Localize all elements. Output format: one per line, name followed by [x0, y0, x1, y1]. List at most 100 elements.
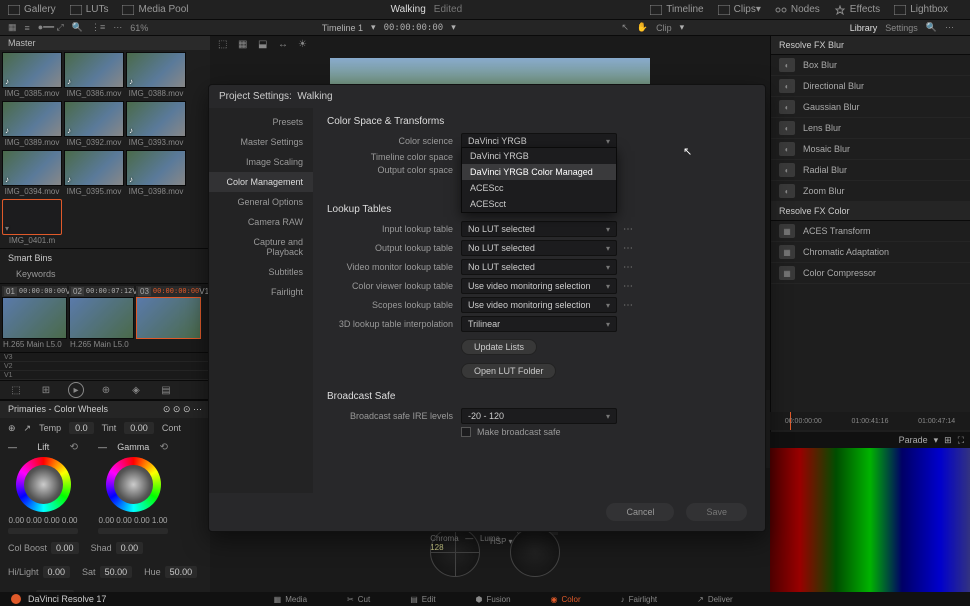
play-icon[interactable]: ▸	[68, 382, 84, 398]
app-home[interactable]: DaVinci Resolve 17	[10, 593, 106, 605]
search-icon-2[interactable]: 🔍	[926, 22, 937, 33]
lut-select[interactable]: Trilinear	[461, 316, 617, 332]
open-lut-button[interactable]: Open LUT Folder	[461, 363, 556, 379]
fx-item[interactable]: ◐Radial Blur	[771, 160, 970, 181]
nav-item[interactable]: General Options	[209, 192, 313, 212]
timeline-ruler[interactable]: 00:00:00:00 01:00:41:16 01:00:47:14	[770, 412, 970, 430]
color-wheel-gamma[interactable]: —Gamma⟲0.00 0.00 0.00 1.00	[98, 442, 168, 534]
broadcast-safe-checkbox[interactable]	[461, 427, 471, 437]
sort-icon[interactable]: ⋮≡	[91, 22, 105, 33]
page-deliver[interactable]: ↗Deliver	[697, 595, 733, 604]
page-edit[interactable]: ▤Edit	[410, 595, 435, 604]
timeline-tab[interactable]: Timeline	[650, 4, 703, 15]
library-tab[interactable]: Library	[850, 23, 878, 33]
page-media[interactable]: ▦Media	[274, 595, 307, 604]
highlight-icon[interactable]: ☀	[298, 39, 310, 51]
timeline-name[interactable]: Timeline 1	[322, 23, 363, 33]
fx-item[interactable]: ▦ACES Transform	[771, 221, 970, 242]
bypass-icon[interactable]: ⬚	[218, 39, 230, 51]
more-icon[interactable]: ⋯	[623, 300, 633, 311]
curves-icon[interactable]: ⬚	[8, 382, 24, 398]
picker-icon[interactable]: ↗	[24, 423, 32, 434]
more-icon[interactable]: ⋯	[623, 224, 633, 235]
zoom-slider[interactable]: ●━━ ⤢	[38, 22, 64, 33]
page-fairlight[interactable]: ♪Fairlight	[621, 595, 657, 604]
nav-item[interactable]: Fairlight	[209, 282, 313, 302]
lightbox-tab[interactable]: Lightbox	[894, 4, 948, 15]
scope-expand-icon[interactable]: ⛶	[958, 435, 964, 446]
adjust-hue[interactable]: Hue 50.00	[144, 566, 197, 578]
page-cut[interactable]: ✂Cut	[347, 595, 370, 604]
view-icon-2[interactable]: ≡	[25, 23, 30, 33]
media-thumb[interactable]: IMG_0392.mov	[64, 101, 124, 148]
add-icon[interactable]: ⊕	[98, 382, 114, 398]
save-button[interactable]: Save	[686, 503, 747, 521]
media-thumb[interactable]: IMG_0393.mov	[126, 101, 186, 148]
color-wheel-lift[interactable]: —Lift⟲0.00 0.00 0.00 0.00	[8, 442, 78, 534]
clips-tab[interactable]: Clips ▾	[718, 4, 761, 15]
fx-item[interactable]: ◐Mosaic Blur	[771, 139, 970, 160]
cancel-button[interactable]: Cancel	[606, 503, 674, 521]
lut-select[interactable]: No LUT selected	[461, 221, 617, 237]
nav-item[interactable]: Master Settings	[209, 132, 313, 152]
page-color[interactable]: ◉Color	[551, 595, 581, 604]
temp-value[interactable]: 0.0	[69, 422, 94, 434]
nav-item[interactable]: Image Scaling	[209, 152, 313, 172]
media-thumb[interactable]: IMG_0401.m	[2, 199, 62, 246]
clip-thumb[interactable]: 0200:00:07:12V1H.265 Main L5.0	[69, 286, 134, 350]
update-lists-button[interactable]: Update Lists	[461, 339, 537, 355]
fx-item[interactable]: ◐Gaussian Blur	[771, 97, 970, 118]
nav-item[interactable]: Capture and Playback	[209, 232, 313, 262]
keywords-bin[interactable]: Keywords	[8, 269, 202, 279]
auto-balance-icon[interactable]: ⊕	[8, 423, 16, 434]
page-fusion[interactable]: ⬢Fusion	[476, 595, 511, 604]
mediapool-tab[interactable]: Media Pool	[122, 4, 188, 15]
media-thumb[interactable]: IMG_0386.mov	[64, 52, 124, 99]
fx-item[interactable]: ◐Box Blur	[771, 55, 970, 76]
effects-tab[interactable]: Effects	[834, 4, 880, 15]
track-label[interactable]: V2	[0, 362, 210, 371]
search-icon[interactable]: 🔍	[72, 22, 83, 33]
gallery-tab[interactable]: Gallery	[8, 4, 56, 15]
adjust-sat[interactable]: Sat 50.00	[82, 566, 132, 578]
media-thumb[interactable]: IMG_0385.mov	[2, 52, 62, 99]
track-label[interactable]: V1	[0, 371, 210, 380]
zoom-value[interactable]: 61%	[130, 23, 148, 33]
tracker-icon[interactable]: ◈	[128, 382, 144, 398]
more-icon[interactable]: ⋯	[623, 262, 633, 273]
hand-tool-icon[interactable]: ✋	[637, 22, 648, 33]
media-thumb[interactable]: IMG_0388.mov	[126, 52, 186, 99]
nav-item[interactable]: Camera RAW	[209, 212, 313, 232]
media-thumb[interactable]: IMG_0395.mov	[64, 150, 124, 197]
grab-icon[interactable]: ▦	[238, 39, 250, 51]
nav-item[interactable]: Presets	[209, 112, 313, 132]
fx-item[interactable]: ◐Zoom Blur	[771, 181, 970, 202]
view-icon-1[interactable]: ▦	[8, 22, 17, 33]
tint-value[interactable]: 0.00	[124, 422, 154, 434]
arrow-tool-icon[interactable]: ↖	[621, 22, 629, 33]
vectorscope-right[interactable]	[510, 527, 560, 577]
luts-tab[interactable]: LUTs	[70, 4, 109, 15]
fx-item[interactable]: ▦Color Compressor	[771, 263, 970, 284]
scope-opts-icon[interactable]: ⊞	[944, 435, 952, 446]
wipe-icon[interactable]: ⬓	[258, 39, 270, 51]
nav-item[interactable]: Subtitles	[209, 262, 313, 282]
dropdown-option[interactable]: DaVinci YRGB Color Managed	[462, 164, 616, 180]
settings-tab[interactable]: Settings	[885, 23, 918, 33]
clip-thumb[interactable]: 0100:00:00:00V1H.265 Main L5.0	[2, 286, 67, 350]
lut-select[interactable]: Use video monitoring selection	[461, 278, 617, 294]
lut-select[interactable]: No LUT selected	[461, 259, 617, 275]
media-thumb[interactable]: IMG_0398.mov	[126, 150, 186, 197]
more-icon[interactable]: ⋯	[623, 243, 633, 254]
more-icon[interactable]: ⋯	[113, 22, 122, 33]
nodes-tab[interactable]: Nodes	[775, 4, 820, 15]
dropdown-option[interactable]: ACEScct	[462, 196, 616, 212]
more-icon[interactable]: ⋯	[623, 281, 633, 292]
fx-item[interactable]: ◐Lens Blur	[771, 118, 970, 139]
clip-thumb[interactable]: 0300:00:00:00V1	[136, 286, 201, 350]
master-bin[interactable]: Master	[0, 36, 210, 50]
dropdown-option[interactable]: ACEScc	[462, 180, 616, 196]
lut-select[interactable]: No LUT selected	[461, 240, 617, 256]
qualifier-icon[interactable]: ⊞	[38, 382, 54, 398]
fx-item[interactable]: ◐Directional Blur	[771, 76, 970, 97]
